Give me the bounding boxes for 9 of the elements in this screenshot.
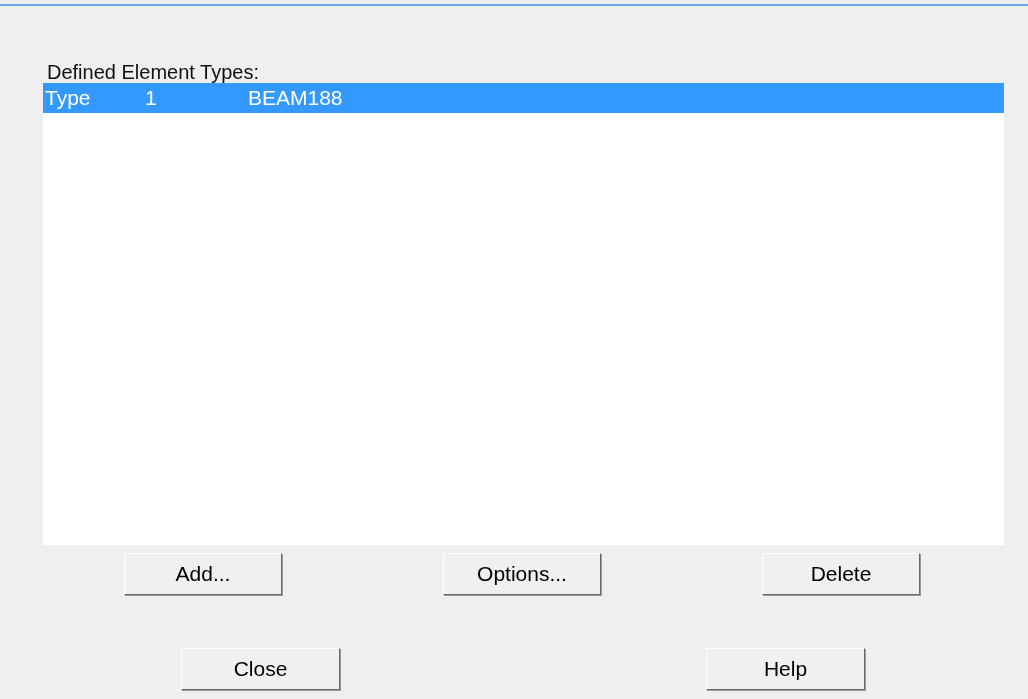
list-cell-text: 1 [145,85,158,112]
dialog-button[interactable]: Delete [762,553,920,595]
list-cell-text: Type [45,85,92,112]
dialog-button[interactable]: Options... [443,553,601,595]
dialog-button[interactable]: Help [706,648,865,690]
list-cell-text: BEAM188 [248,85,343,112]
dialog-button[interactable]: Add... [124,553,282,595]
dialog-button[interactable]: Close [181,648,340,690]
list-label: Defined Element Types: [47,61,259,83]
